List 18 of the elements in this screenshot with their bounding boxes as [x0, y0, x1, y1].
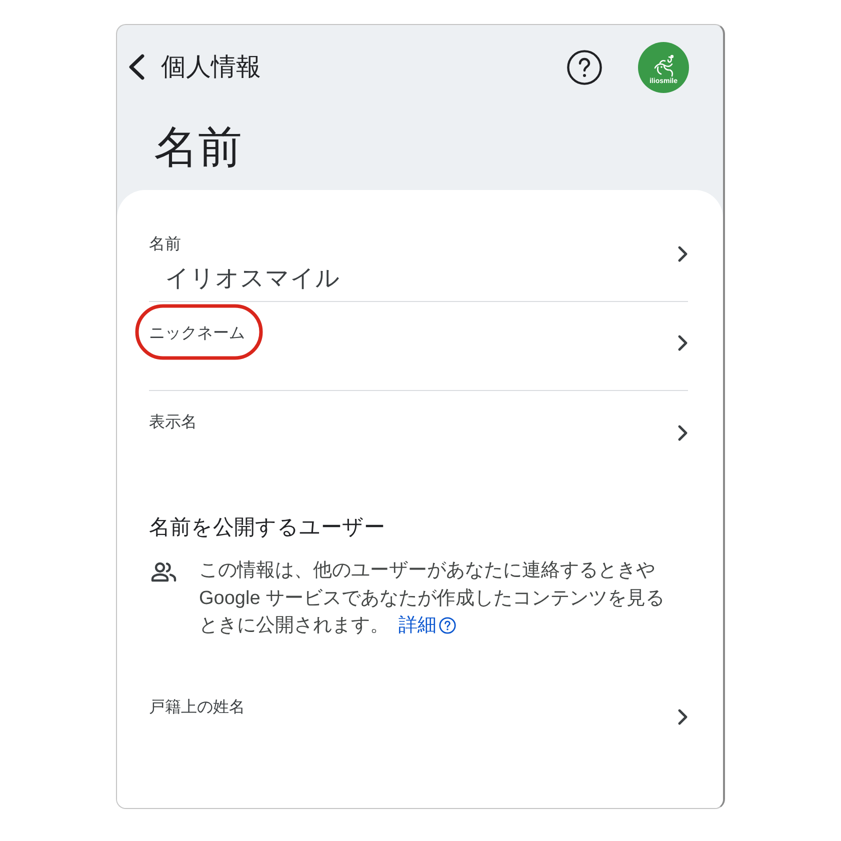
field-label: ニックネーム: [149, 325, 245, 342]
people-icon: [151, 562, 177, 582]
details-link[interactable]: 詳細: [398, 612, 456, 640]
help-icon[interactable]: [567, 50, 602, 84]
field-label: 名前: [149, 236, 181, 253]
page-title: 名前: [154, 122, 242, 174]
section-heading: 名前を公開するユーザー: [149, 515, 385, 541]
info-text: この情報は、他のユーザーがあなたに連絡するときやGoogle サービスであなたが作成したコンテンツを見るときに公開されます。 詳細: [199, 557, 679, 640]
chevron-right-icon[interactable]: [678, 246, 688, 262]
field-label: 表示名: [149, 414, 197, 431]
chevron-right-icon[interactable]: [678, 424, 688, 440]
chevron-right-icon[interactable]: [678, 335, 688, 351]
back-button[interactable]: 個人情報: [128, 52, 261, 82]
field-value: イリオスマイル: [164, 264, 340, 294]
chevron-right-icon[interactable]: [678, 709, 688, 725]
field-label: 戸籍上の姓名: [149, 698, 245, 716]
help-icon: [439, 617, 456, 634]
back-icon: [128, 54, 145, 80]
